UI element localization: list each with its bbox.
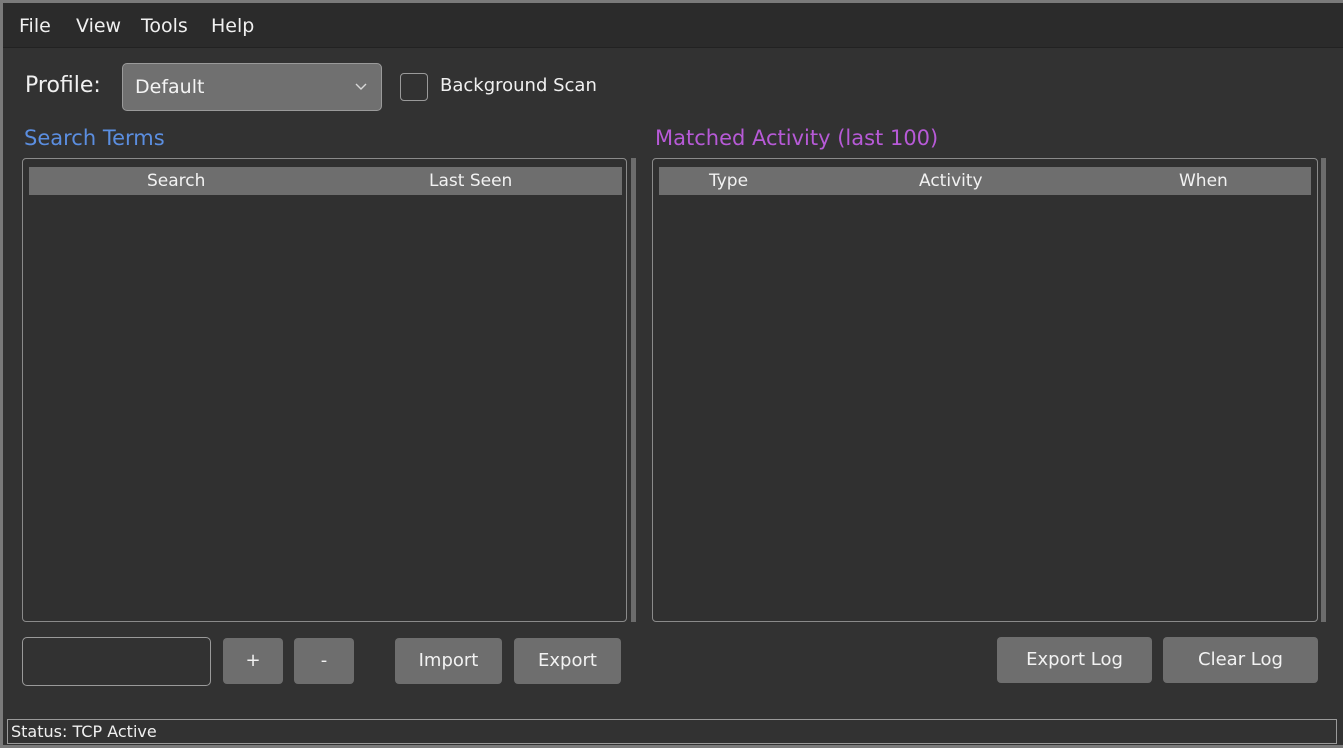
column-header-activity[interactable]: Activity [919, 171, 983, 191]
chevron-down-icon [355, 83, 367, 90]
column-header-type[interactable]: Type [709, 171, 748, 191]
profile-select[interactable]: Default [122, 63, 382, 111]
search-terms-table-header: Search Last Seen [29, 167, 622, 195]
column-header-when[interactable]: When [1179, 171, 1228, 191]
profile-label: Profile: [25, 73, 101, 98]
import-button[interactable]: Import [395, 638, 502, 684]
menu-tools[interactable]: Tools [141, 15, 188, 37]
status-bar: Status: TCP Active [7, 719, 1337, 744]
status-text: Status: TCP Active [11, 722, 157, 741]
remove-term-button[interactable]: - [294, 638, 354, 684]
menu-bar: File View Tools Help [3, 3, 1343, 48]
matched-activity-table-header: Type Activity When [659, 167, 1311, 195]
background-scan-label[interactable]: Background Scan [440, 75, 597, 96]
menu-file[interactable]: File [19, 15, 51, 37]
profile-select-value: Default [135, 76, 205, 98]
menu-help[interactable]: Help [211, 15, 254, 37]
export-log-button[interactable]: Export Log [997, 637, 1152, 683]
search-terms-table[interactable]: Search Last Seen [22, 158, 627, 622]
right-scrollbar[interactable] [1321, 158, 1326, 622]
export-button[interactable]: Export [514, 638, 621, 684]
column-header-search[interactable]: Search [147, 171, 205, 191]
matched-activity-table[interactable]: Type Activity When [652, 158, 1318, 622]
menu-view[interactable]: View [76, 15, 121, 37]
matched-activity-title: Matched Activity (last 100) [655, 126, 939, 150]
add-term-button[interactable]: + [223, 638, 283, 684]
search-term-input[interactable] [22, 637, 211, 686]
splitter-handle[interactable] [631, 158, 636, 622]
clear-log-button[interactable]: Clear Log [1163, 637, 1318, 683]
search-terms-title: Search Terms [24, 126, 165, 150]
background-scan-checkbox[interactable] [400, 73, 428, 101]
column-header-last-seen[interactable]: Last Seen [429, 171, 512, 191]
